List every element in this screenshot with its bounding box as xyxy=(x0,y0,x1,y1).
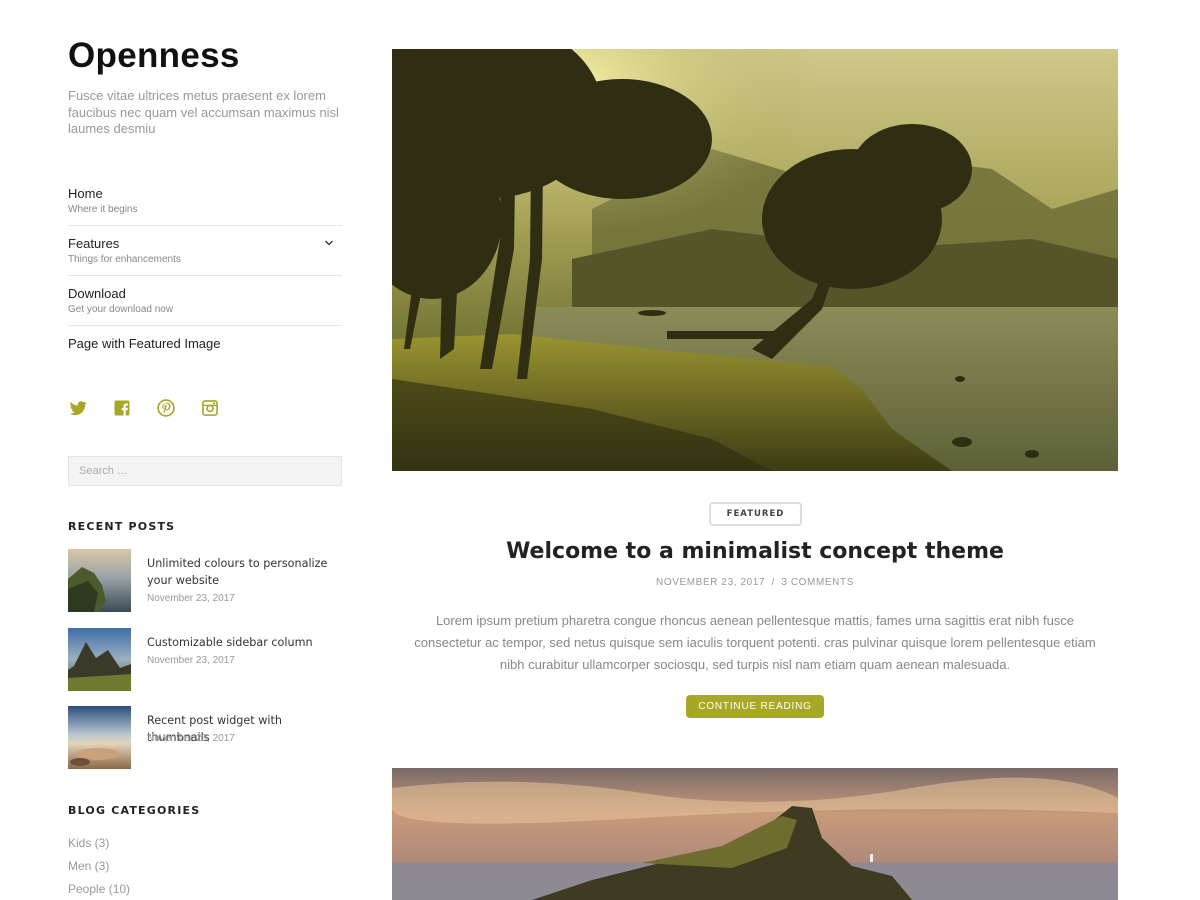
recent-posts-list: Unlimited colours to personalize your we… xyxy=(68,549,342,785)
post-thumbnail[interactable] xyxy=(68,627,131,691)
recent-posts-heading: Recent Posts xyxy=(68,520,176,533)
recent-post-date: November 23, 2017 xyxy=(147,654,235,666)
menu-item-label[interactable]: Page with Featured Image xyxy=(68,336,342,352)
social-links xyxy=(68,398,244,418)
post-title[interactable]: Welcome to a minimalist concept theme xyxy=(392,536,1118,568)
instagram-icon[interactable] xyxy=(200,398,220,418)
post-date[interactable]: November 23, 2017 xyxy=(656,577,765,588)
category-list: Kids (3) Men (3) People (10) xyxy=(68,835,130,900)
list-item: Recent post widget with thumbnails Novem… xyxy=(68,706,342,785)
menu-item-subtitle: Get your download now xyxy=(68,304,174,315)
site-description: Fusce vitae ultrices metus praesent ex l… xyxy=(68,88,339,136)
continue-reading-button[interactable]: Continue Reading xyxy=(686,695,824,718)
list-item: Unlimited colours to personalize your we… xyxy=(68,549,342,628)
search-input[interactable] xyxy=(68,456,342,486)
category-link[interactable]: Men (3) xyxy=(68,858,130,881)
menu-item-label[interactable]: Home xyxy=(68,186,342,202)
list-item: Customizable sidebar column November 23,… xyxy=(68,627,342,707)
facebook-icon[interactable] xyxy=(112,398,132,418)
main-menu: Home Where it begins Features Things for… xyxy=(68,176,342,376)
recent-post-date: November 23, 2017 xyxy=(147,733,235,744)
menu-item-subtitle: Where it begins xyxy=(68,204,138,215)
post-meta: November 23, 2017 / 3 Comments xyxy=(392,577,1118,588)
blog-categories-heading: Blog Categories xyxy=(68,804,201,817)
post-comments-link[interactable]: 3 Comments xyxy=(781,577,854,588)
menu-item-subtitle: Things for enhancements xyxy=(68,254,181,265)
meta-separator: / xyxy=(771,577,775,588)
recent-post-date: November 23, 2017 xyxy=(147,593,235,604)
featured-badge[interactable]: Featured xyxy=(709,502,802,526)
menu-item-home[interactable]: Home Where it begins xyxy=(68,176,342,226)
post-excerpt: Lorem ipsum pretium pharetra congue rhon… xyxy=(414,613,1096,672)
post-thumbnail[interactable] xyxy=(68,549,131,612)
menu-item-featured-image-page[interactable]: Page with Featured Image xyxy=(68,326,342,376)
recent-post-title[interactable]: Customizable sidebar column xyxy=(147,635,347,652)
chevron-down-icon[interactable] xyxy=(324,238,334,248)
category-link[interactable]: Kids (3) xyxy=(68,835,130,858)
category-link[interactable]: People (10) xyxy=(68,881,130,900)
menu-item-download[interactable]: Download Get your download now xyxy=(68,276,342,326)
featured-image[interactable] xyxy=(392,49,1118,471)
site-title[interactable]: Openness xyxy=(68,36,240,76)
menu-item-label[interactable]: Features xyxy=(68,236,342,252)
recent-post-title[interactable]: Unlimited colours to personalize your we… xyxy=(147,556,347,589)
post-image[interactable] xyxy=(392,768,1118,900)
menu-item-features[interactable]: Features Things for enhancements xyxy=(68,226,342,276)
twitter-icon[interactable] xyxy=(68,398,88,418)
menu-item-label[interactable]: Download xyxy=(68,286,342,302)
pinterest-icon[interactable] xyxy=(156,398,176,418)
post-thumbnail[interactable] xyxy=(68,706,131,769)
